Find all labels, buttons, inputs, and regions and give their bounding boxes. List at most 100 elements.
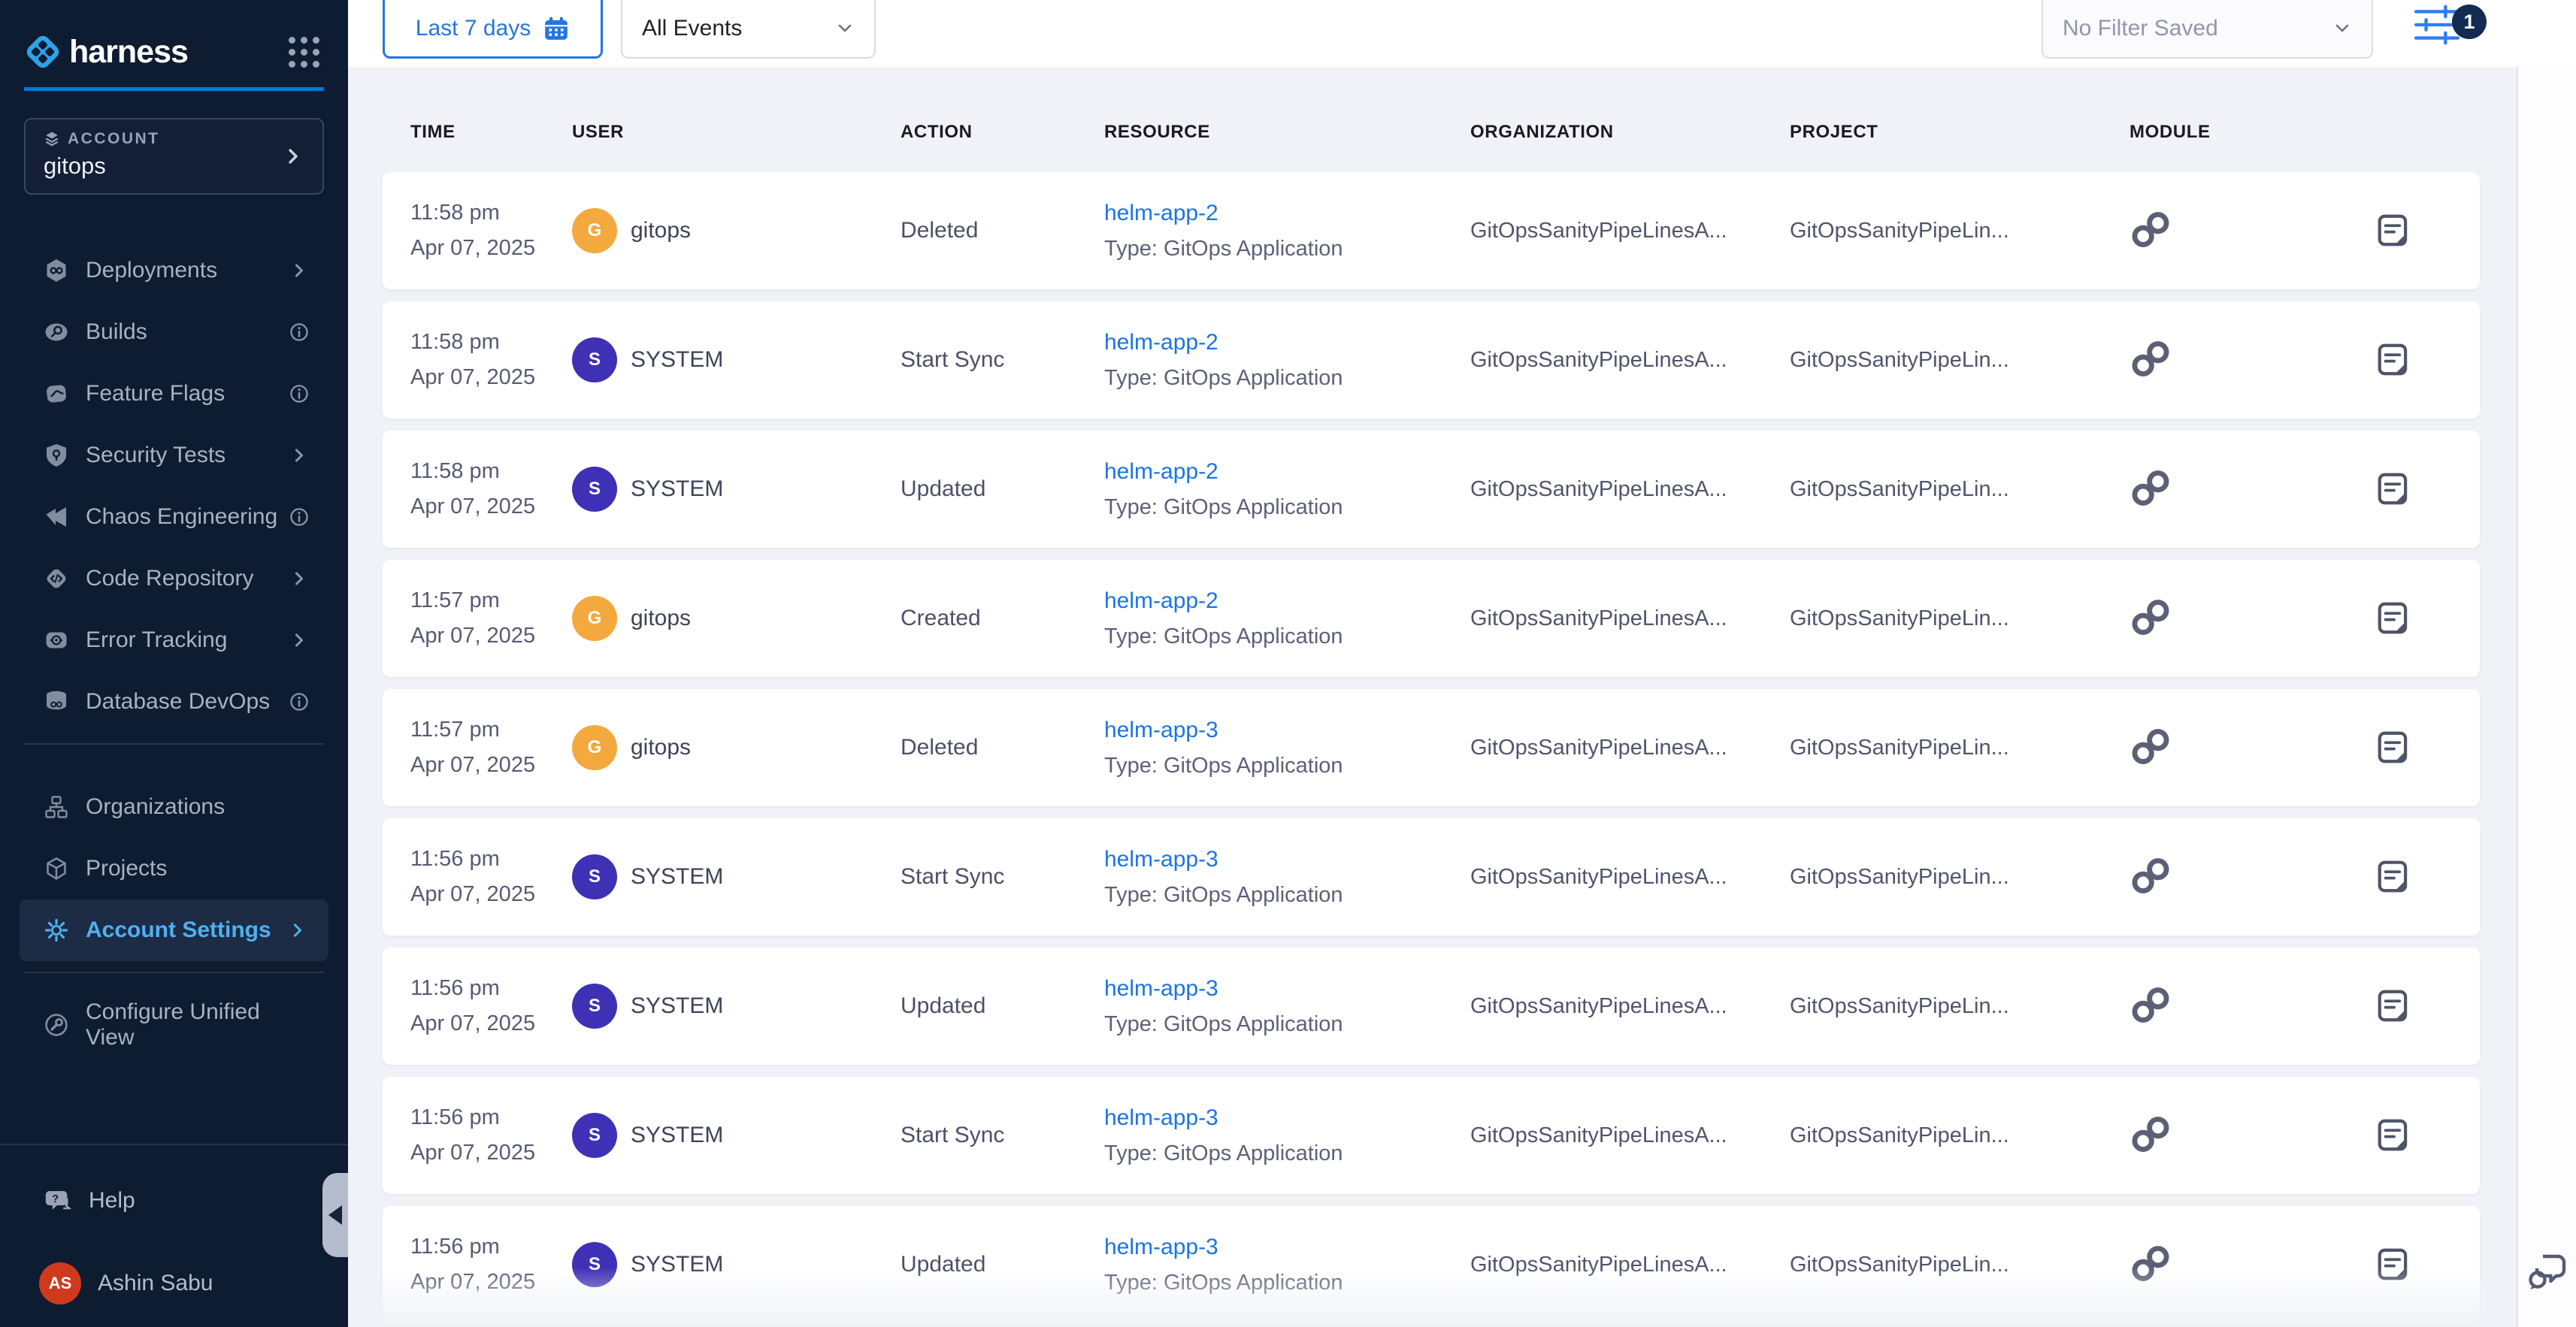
table-row[interactable]: 11:56 pm Apr 07, 2025 S SYSTEM Updated h…	[383, 1206, 2480, 1323]
account-selector[interactable]: ACCOUNT gitops	[24, 118, 324, 195]
resource-link[interactable]: helm-app-3	[1104, 976, 1470, 1002]
saved-filter-select[interactable]: No Filter Saved	[2042, 0, 2373, 59]
sidebar-divider	[24, 743, 324, 745]
user-avatar: S	[572, 854, 617, 899]
event-summary-note-icon[interactable]	[2375, 470, 2412, 508]
project-label: GitOpsSanityPipeLin...	[1790, 1253, 2130, 1277]
resource-link[interactable]: helm-app-2	[1104, 330, 1470, 355]
sidebar: harness ACCOUNT gitops Deployments Build…	[0, 0, 348, 1327]
sidebar-item-projects[interactable]: Projects	[0, 838, 348, 899]
sidebar-collapse-handle[interactable]	[322, 1173, 348, 1257]
event-summary-note-icon[interactable]	[2375, 1246, 2412, 1283]
table-row[interactable]: 11:58 pm Apr 07, 2025 S SYSTEM Start Syn…	[383, 301, 2480, 419]
filter-count-badge: 1	[2452, 5, 2487, 39]
resource-cell: helm-app-2 Type: GitOps Application	[1104, 201, 1470, 261]
help-button[interactable]: Help	[0, 1170, 348, 1232]
table-row[interactable]: 11:58 pm Apr 07, 2025 S SYSTEM Updated h…	[383, 431, 2480, 548]
table-row[interactable]: 11:57 pm Apr 07, 2025 G gitops Deleted h…	[383, 689, 2480, 806]
filter-panel-button[interactable]: 1	[2413, 5, 2496, 50]
user-name-label: Ashin Sabu	[98, 1271, 213, 1296]
event-time: 11:58 pm	[410, 459, 572, 484]
resource-link[interactable]: helm-app-3	[1104, 847, 1470, 872]
info-icon[interactable]	[288, 691, 310, 713]
time-cell: 11:56 pm Apr 07, 2025	[410, 1105, 572, 1165]
account-scope-label: ACCOUNT	[68, 130, 160, 148]
sidebar-item-feature-flags[interactable]: Feature Flags	[0, 363, 348, 425]
sidebar-item-error-tracking[interactable]: Error Tracking	[0, 609, 348, 671]
project-label: GitOpsSanityPipeLin...	[1790, 219, 2130, 243]
time-cell: 11:58 pm Apr 07, 2025	[410, 201, 572, 261]
user-profile-button[interactable]: AS Ashin Sabu	[0, 1253, 348, 1314]
user-cell: G gitops	[572, 725, 901, 770]
user-cell: S SYSTEM	[572, 1113, 901, 1158]
sidebar-item-label: Error Tracking	[86, 627, 227, 653]
user-avatar: G	[572, 208, 617, 253]
app-switcher-grid-icon[interactable]	[289, 37, 319, 68]
gitops-module-icon	[2130, 1113, 2172, 1155]
table-row[interactable]: 11:56 pm Apr 07, 2025 S SYSTEM Updated h…	[383, 948, 2480, 1065]
event-summary-note-icon[interactable]	[2375, 729, 2412, 766]
resource-cell: helm-app-2 Type: GitOps Application	[1104, 588, 1470, 649]
time-cell: 11:57 pm Apr 07, 2025	[410, 588, 572, 648]
event-date: Apr 07, 2025	[410, 494, 572, 519]
date-range-button[interactable]: Last 7 days	[383, 0, 603, 59]
table-row[interactable]: 11:58 pm Apr 07, 2025 G gitops Deleted h…	[383, 172, 2480, 289]
sidebar-item-security-tests[interactable]: Security Tests	[0, 425, 348, 486]
sidebar-item-builds[interactable]: Builds	[0, 301, 348, 363]
target-icon	[44, 627, 69, 653]
event-date: Apr 07, 2025	[410, 1141, 572, 1165]
resource-link[interactable]: helm-app-2	[1104, 588, 1470, 614]
resource-link[interactable]: helm-app-3	[1104, 718, 1470, 743]
account-nav: Organizations Projects Account Settings	[0, 776, 348, 961]
help-label: Help	[89, 1188, 135, 1214]
user-avatar: S	[572, 984, 617, 1029]
sidebar-item-label: Deployments	[86, 258, 217, 283]
table-row[interactable]: 11:56 pm Apr 07, 2025 S SYSTEM Start Syn…	[383, 1077, 2480, 1194]
event-summary-note-icon[interactable]	[2375, 212, 2412, 249]
column-header-user: USER	[572, 122, 901, 143]
gitops-module-icon	[2130, 984, 2172, 1026]
action-label: Updated	[901, 476, 1104, 502]
resource-link[interactable]: helm-app-3	[1104, 1235, 1470, 1260]
chat-support-icon[interactable]	[2523, 1249, 2571, 1297]
tools-nav: Configure Unified View	[0, 994, 348, 1056]
column-header-project: PROJECT	[1790, 122, 2130, 143]
event-summary-note-icon[interactable]	[2375, 1117, 2412, 1154]
event-summary-note-icon[interactable]	[2375, 600, 2412, 637]
resource-link[interactable]: helm-app-2	[1104, 459, 1470, 485]
info-icon[interactable]	[288, 321, 310, 343]
column-header-action: ACTION	[901, 122, 1104, 143]
module-cell	[2130, 208, 2307, 254]
info-icon[interactable]	[288, 382, 310, 405]
user-name: SYSTEM	[631, 1252, 723, 1277]
action-label: Updated	[901, 1252, 1104, 1277]
event-time: 11:56 pm	[410, 976, 572, 1001]
sidebar-item-organizations[interactable]: Organizations	[0, 776, 348, 838]
table-row[interactable]: 11:56 pm Apr 07, 2025 S SYSTEM Start Syn…	[383, 818, 2480, 936]
avatar: AS	[39, 1262, 81, 1304]
action-label: Start Sync	[901, 864, 1104, 890]
event-time: 11:57 pm	[410, 588, 572, 613]
sidebar-item-configure-unified-view[interactable]: Configure Unified View	[0, 994, 348, 1056]
sidebar-item-account-settings[interactable]: Account Settings	[20, 899, 328, 961]
event-summary-note-icon[interactable]	[2375, 987, 2412, 1025]
harness-logo-icon	[24, 33, 62, 71]
user-cell: S SYSTEM	[572, 984, 901, 1029]
sidebar-item-code-repository[interactable]: Code Repository	[0, 548, 348, 609]
gear-icon	[44, 917, 69, 943]
account-name: gitops	[44, 153, 270, 180]
user-name: gitops	[631, 218, 691, 243]
time-cell: 11:56 pm Apr 07, 2025	[410, 976, 572, 1036]
brand-row: harness	[0, 0, 348, 71]
event-summary-note-icon[interactable]	[2375, 341, 2412, 379]
resource-link[interactable]: helm-app-3	[1104, 1105, 1470, 1131]
info-icon[interactable]	[288, 506, 310, 528]
event-type-select[interactable]: All Events	[621, 0, 876, 59]
resource-link[interactable]: helm-app-2	[1104, 201, 1470, 226]
user-cell: S SYSTEM	[572, 854, 901, 899]
event-summary-note-icon[interactable]	[2375, 858, 2412, 896]
sidebar-item-database-devops[interactable]: Database DevOps	[0, 671, 348, 733]
sidebar-item-deployments[interactable]: Deployments	[0, 240, 348, 301]
sidebar-item-chaos-engineering[interactable]: Chaos Engineering	[0, 486, 348, 548]
table-row[interactable]: 11:57 pm Apr 07, 2025 G gitops Created h…	[383, 560, 2480, 677]
